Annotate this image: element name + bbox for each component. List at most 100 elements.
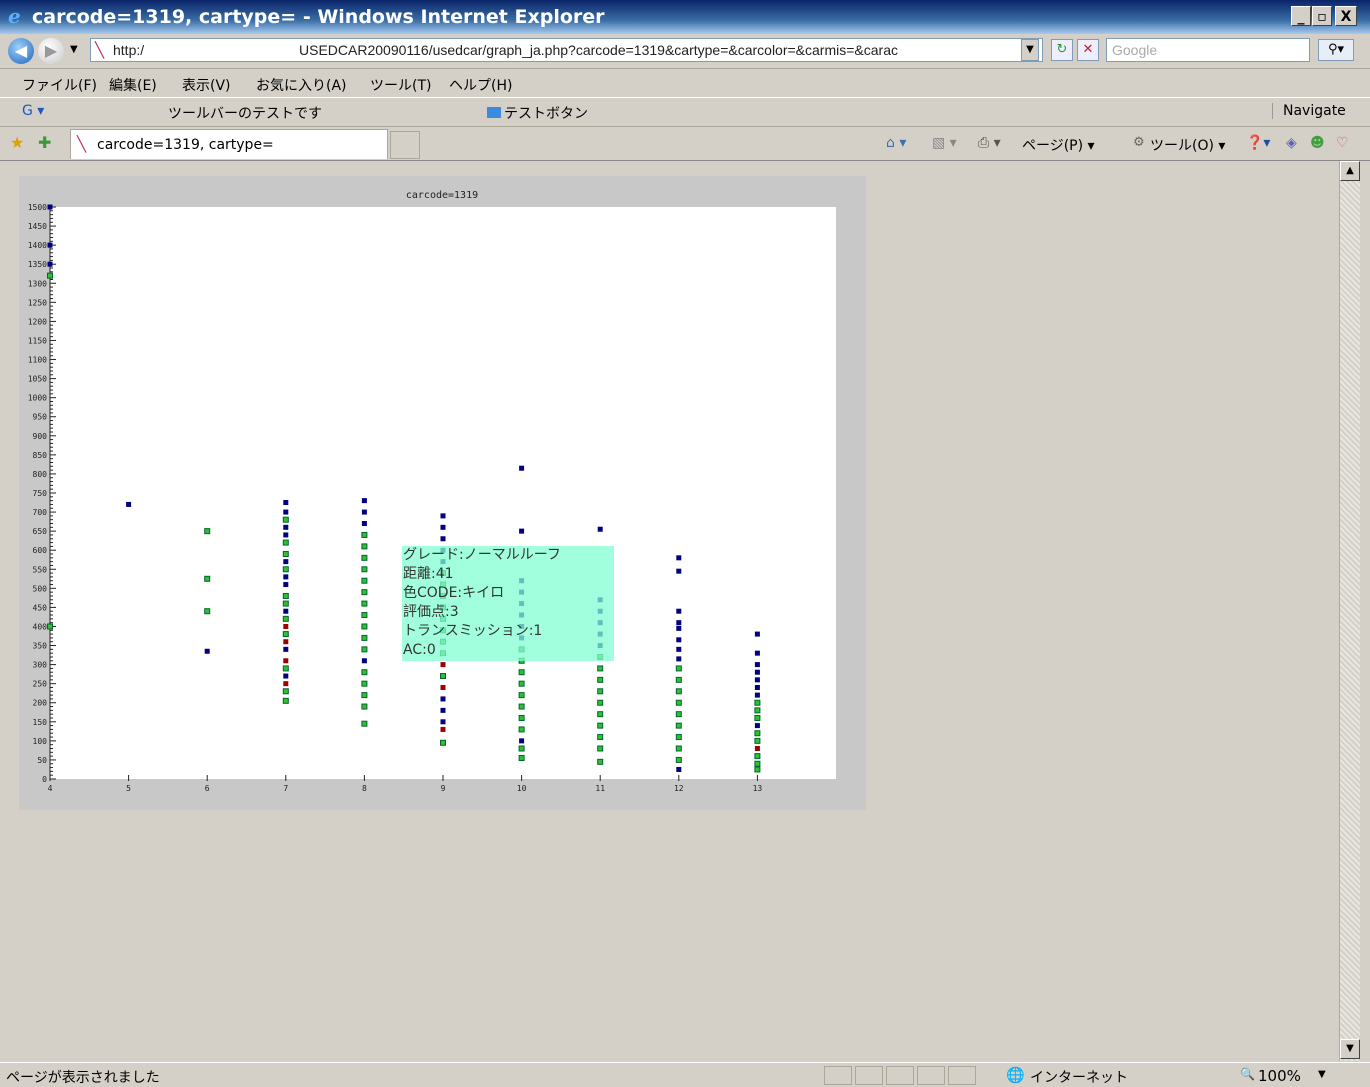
y-tick-label: 600 <box>33 546 48 555</box>
y-tick-label: 950 <box>33 413 48 422</box>
x-tick-label: 6 <box>205 784 210 793</box>
y-tick-label: 1300 <box>28 279 47 288</box>
data-point <box>361 646 368 653</box>
add-favorites-icon[interactable]: ✚ <box>38 133 51 152</box>
data-point <box>283 608 289 614</box>
x-tick-label: 7 <box>283 784 288 793</box>
data-point <box>754 730 761 737</box>
y-tick-label: 1000 <box>28 394 47 403</box>
favorites-star-icon[interactable]: ★ <box>10 133 24 152</box>
y-tick-label: 400 <box>33 622 48 631</box>
data-point <box>597 745 604 752</box>
data-point <box>440 524 446 530</box>
data-point <box>440 684 446 690</box>
x-tick-label: 12 <box>674 784 684 793</box>
data-point <box>361 623 368 630</box>
back-button[interactable]: ◀ <box>8 38 34 64</box>
data-point <box>597 711 604 718</box>
toolbar-navigate[interactable]: Navigate <box>1272 103 1346 119</box>
chart-title: carcode=1319 <box>406 190 478 201</box>
refresh-icon[interactable]: ↻ <box>1051 39 1073 61</box>
address-dropdown-button[interactable]: ▼ <box>1021 39 1039 61</box>
data-point <box>361 669 368 676</box>
y-tick-label: 850 <box>33 451 48 460</box>
new-tab-button[interactable] <box>390 131 420 159</box>
home-icon[interactable]: ⌂ ▾ <box>886 135 906 151</box>
data-point <box>754 737 761 744</box>
page-icon: ╲ <box>95 41 105 59</box>
toolbar-g-button[interactable]: G ▾ <box>22 103 44 119</box>
y-tick-label: 0 <box>42 775 47 784</box>
menu-tools[interactable]: ツール(T) <box>370 75 431 95</box>
address-input[interactable]: ╲ http:/ USEDCAR20090116/usedcar/graph_j… <box>90 38 1043 62</box>
zoom-icon: 🔍 <box>1240 1067 1255 1081</box>
data-point <box>754 631 760 637</box>
data-point <box>519 738 525 744</box>
data-point <box>361 692 368 699</box>
scroll-down-button[interactable]: ▼ <box>1340 1039 1360 1059</box>
data-point <box>283 582 289 588</box>
y-tick-label: 1400 <box>28 241 47 250</box>
data-point <box>676 646 682 652</box>
research-icon[interactable]: ◈ <box>1286 135 1297 151</box>
menu-view[interactable]: 表示(V) <box>182 75 231 95</box>
zoom-dropdown-icon[interactable]: ▼ <box>1318 1069 1326 1080</box>
data-point <box>754 760 761 767</box>
feeds-icon[interactable]: ▧ ▾ <box>932 135 957 151</box>
search-input[interactable]: Google <box>1106 38 1310 62</box>
y-tick-label: 150 <box>33 718 48 727</box>
data-point <box>47 242 53 248</box>
status-bar: ページが表示されました 🌐 インターネット 🔍 100% ▼ <box>0 1062 1370 1087</box>
data-point <box>597 699 604 706</box>
data-point <box>283 524 289 530</box>
tab-page-icon: ╲ <box>77 135 87 153</box>
menu-favorites[interactable]: お気に入り(A) <box>256 75 347 95</box>
help-icon[interactable]: ❓▾ <box>1246 135 1270 151</box>
data-point <box>47 204 53 210</box>
y-tick-label: 650 <box>33 527 48 536</box>
tab-current[interactable]: ╲ carcode=1319, cartype= <box>70 129 388 159</box>
data-point <box>361 600 368 607</box>
vertical-scrollbar[interactable]: ▲ ▼ <box>1339 161 1360 1061</box>
search-icon[interactable]: ⚲▾ <box>1318 39 1354 61</box>
data-point <box>361 703 368 710</box>
close-button[interactable]: X <box>1335 6 1357 26</box>
menu-edit[interactable]: 編集(E) <box>109 75 157 95</box>
x-tick-label: 13 <box>753 784 763 793</box>
data-point <box>282 516 289 523</box>
data-point <box>361 543 368 550</box>
addon-icon[interactable]: ♡ <box>1336 135 1349 151</box>
data-point <box>676 608 682 614</box>
y-tick-label: 1350 <box>28 260 47 269</box>
zoom-level[interactable]: 100% <box>1258 1067 1301 1085</box>
page-menu[interactable]: ページ(P) ▾ <box>1022 135 1095 155</box>
data-point <box>126 501 132 507</box>
minimize-button[interactable]: _ <box>1291 6 1311 26</box>
history-dropdown-icon[interactable]: ▼ <box>70 44 78 55</box>
data-point <box>283 559 289 565</box>
stop-icon[interactable]: ✕ <box>1077 39 1099 61</box>
scroll-up-button[interactable]: ▲ <box>1340 161 1360 181</box>
data-point <box>754 723 760 729</box>
toolbar-test-button[interactable]: テストボタン <box>504 103 588 123</box>
data-point <box>754 753 761 760</box>
data-point <box>754 669 760 675</box>
maximize-button[interactable]: ▫ <box>1312 6 1332 26</box>
y-tick-label: 750 <box>33 489 48 498</box>
forward-button[interactable]: ▶ <box>38 38 64 64</box>
data-point <box>754 707 761 714</box>
window-title: carcode=1319, cartype= - Windows Interne… <box>32 6 605 28</box>
data-point <box>204 648 210 654</box>
tools-menu[interactable]: ツール(O) ▾ <box>1150 135 1225 155</box>
x-tick-label: 9 <box>441 784 446 793</box>
data-point <box>361 509 367 515</box>
x-tick-label: 10 <box>517 784 527 793</box>
tools-gear-icon: ⚙ <box>1133 135 1145 150</box>
data-point <box>361 531 368 538</box>
data-point <box>675 734 682 741</box>
menu-file[interactable]: ファイル(F) <box>22 75 97 95</box>
messenger-icon[interactable]: ☻ <box>1310 135 1325 151</box>
print-icon[interactable]: ⎙ ▾ <box>978 135 1001 151</box>
menu-help[interactable]: ヘルプ(H) <box>449 75 512 95</box>
data-point <box>282 566 289 573</box>
